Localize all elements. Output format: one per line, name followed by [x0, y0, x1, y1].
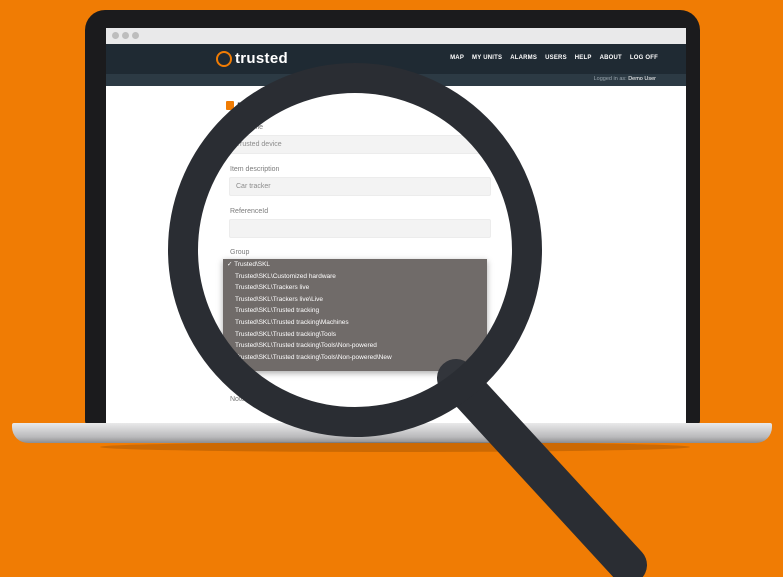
- magnifying-glass-icon: [168, 63, 647, 577]
- magnifier-handle: [437, 359, 647, 577]
- magnifier-lens: [168, 63, 542, 437]
